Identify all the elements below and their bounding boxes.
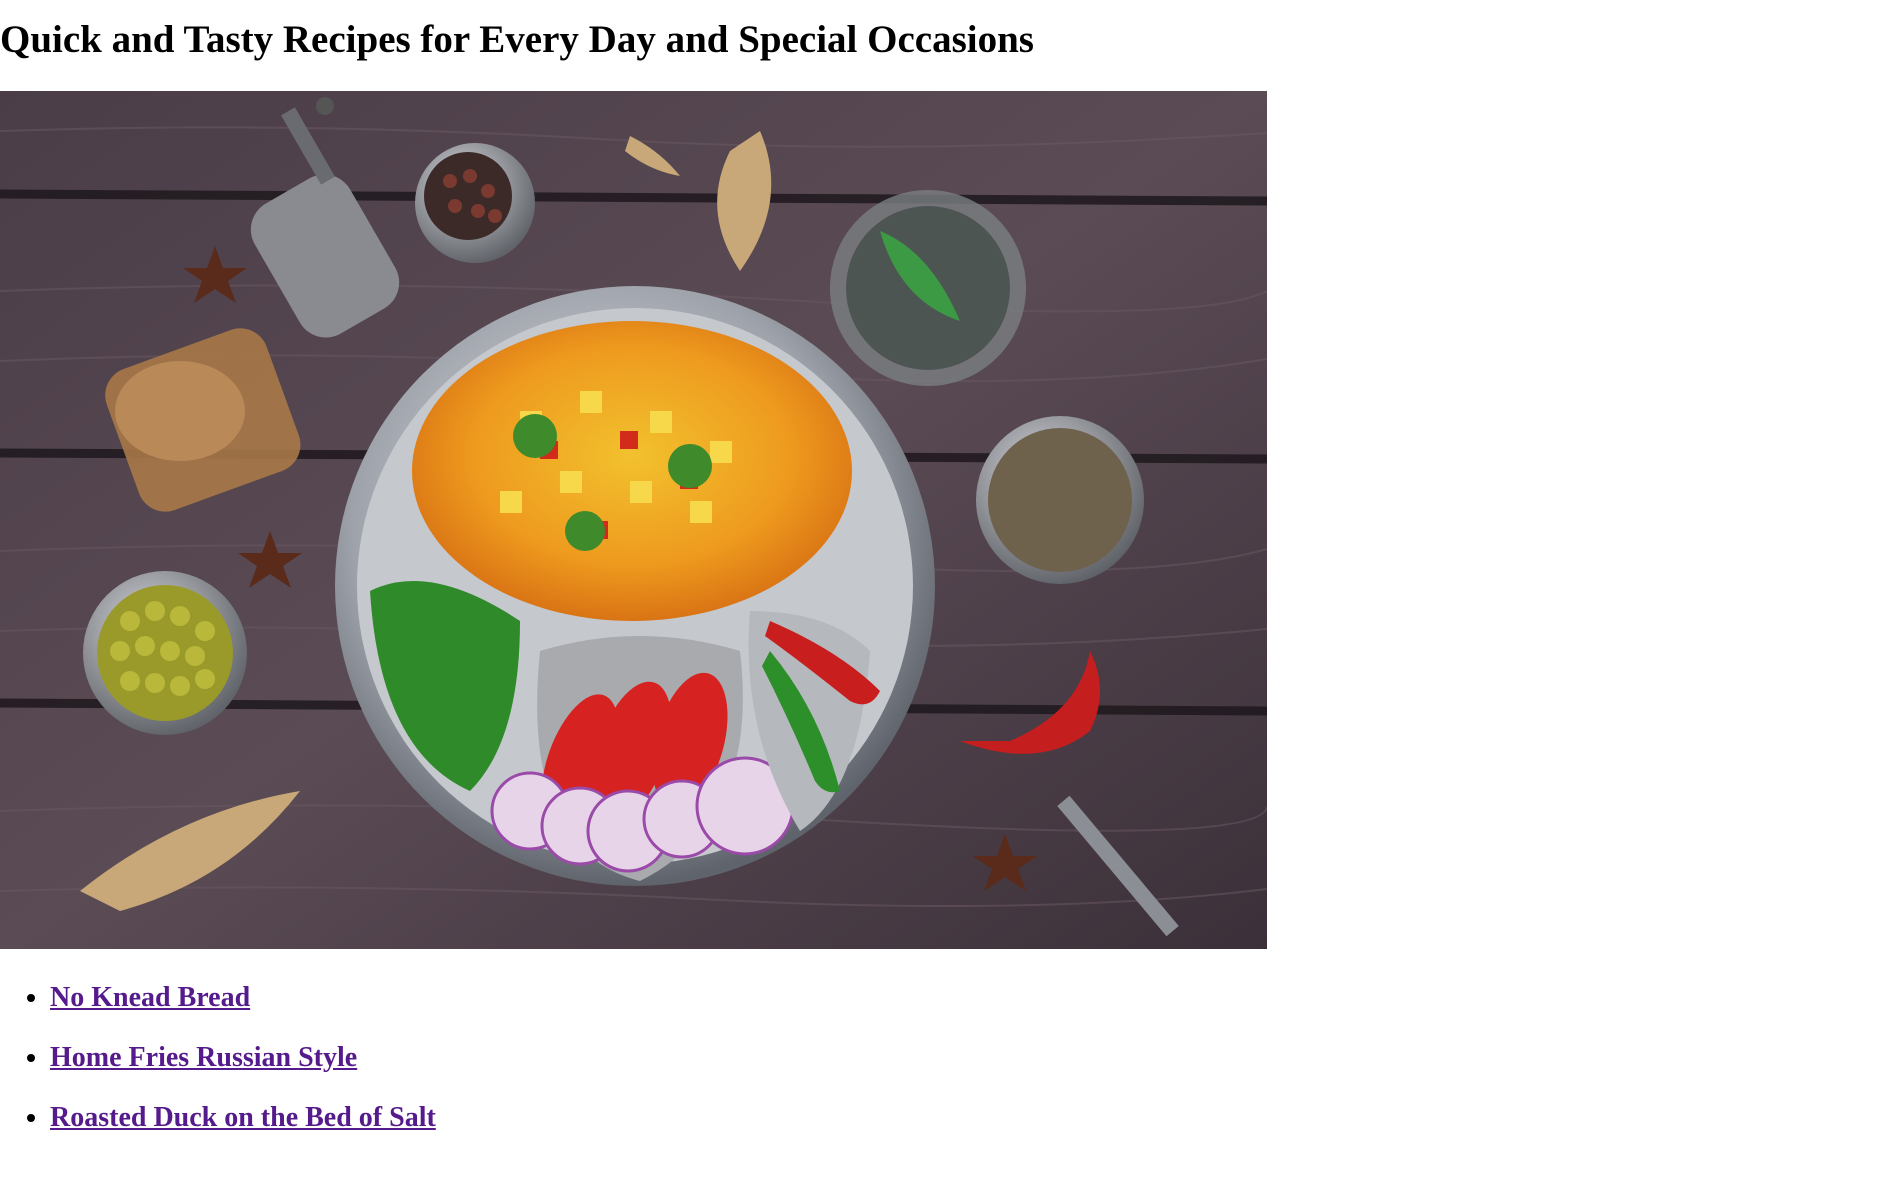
list-item: No Knead Bread	[50, 976, 436, 1036]
recipe-link-no-knead-bread[interactable]: No Knead Bread	[50, 982, 250, 1013]
recipe-link-roasted-duck-bed-of-salt[interactable]: Roasted Duck on the Bed of Salt	[50, 1102, 436, 1133]
list-item: Roasted Duck on the Bed of Salt	[50, 1096, 436, 1156]
hero-food-image	[0, 91, 1267, 949]
list-item: Home Fries Russian Style	[50, 1036, 436, 1096]
page-title: Quick and Tasty Recipes for Every Day an…	[0, 18, 1034, 61]
recipe-list: No Knead Bread Home Fries Russian Style …	[0, 976, 436, 1156]
recipe-link-home-fries-russian-style[interactable]: Home Fries Russian Style	[50, 1042, 357, 1073]
